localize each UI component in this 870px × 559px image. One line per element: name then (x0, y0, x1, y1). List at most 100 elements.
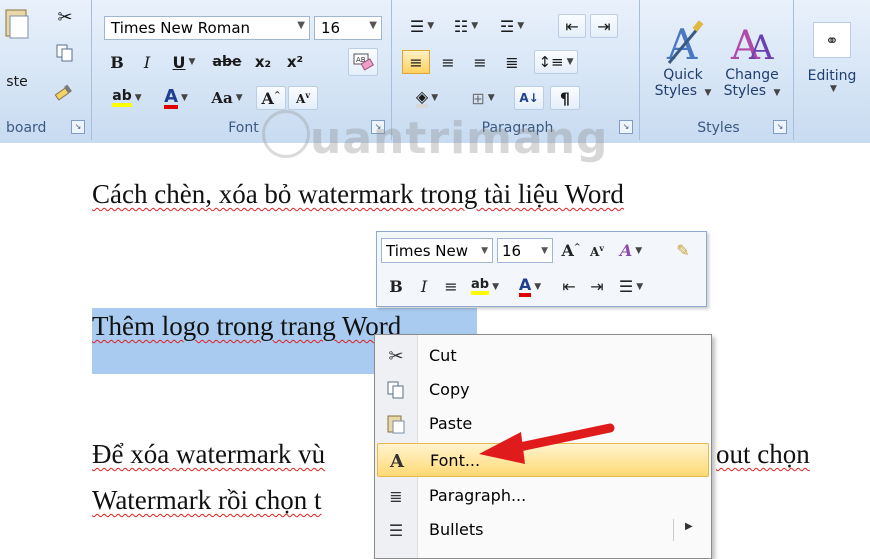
mini-styles-button[interactable]: A ▼ (613, 238, 649, 263)
line-spacing-button[interactable]: ↕≡ ▼ (534, 50, 578, 74)
mini-bold-button[interactable]: B (385, 274, 407, 299)
doc-line-3-start-text: Để xóa watermark vù (92, 439, 326, 469)
quick-styles-button[interactable]: A Quick Styles ▼ (650, 6, 716, 110)
quick-styles-label-1: Quick (663, 67, 703, 83)
decrease-indent-button[interactable]: ⇤ (558, 14, 586, 38)
paste-label: ste (6, 74, 28, 90)
menu-item-bullets[interactable]: ☰ Bullets ▶ (377, 513, 709, 547)
sort-icon: A↓ (519, 91, 539, 105)
doc-line-4-start-text: Watermark rồi chọn t (92, 485, 322, 515)
grow-font-button[interactable]: A^ (256, 86, 286, 110)
justify-icon: ≣ (505, 52, 519, 72)
mini-font-name-combo[interactable]: Times New ▼ (381, 238, 493, 263)
binoculars-icon: ⚭ (813, 22, 851, 58)
highlight-color-button[interactable]: ab ▼ (104, 86, 150, 110)
mini-bold-label: B (389, 277, 403, 296)
highlighter-icon: ab (112, 89, 132, 107)
editing-group: ⚭ Editing ▼ (796, 0, 870, 140)
menu-item-cut[interactable]: ✂ Cut (377, 339, 709, 373)
subscript-button[interactable]: x₂ (248, 50, 278, 74)
mini-grow-font-button[interactable]: A^ (559, 238, 583, 263)
chevron-down-icon: ▼ (830, 84, 837, 94)
editing-button[interactable]: ⚭ Editing ▼ (800, 6, 864, 110)
clear-formatting-button[interactable]: AB (348, 48, 378, 76)
mini-italic-button[interactable]: I (413, 274, 435, 299)
underline-label: U (172, 52, 186, 72)
borders-button[interactable]: ⊞ ▼ (458, 86, 508, 110)
change-case-button[interactable]: Aa ▼ (204, 86, 250, 110)
show-marks-button[interactable]: ¶ (550, 86, 580, 110)
numbering-button[interactable]: ☷ ▼ (446, 14, 486, 38)
change-styles-button[interactable]: A A Change Styles ▼ (718, 6, 786, 110)
font-size-combo[interactable]: 16 ▼ (314, 16, 382, 40)
menu-item-font-label: Font... (430, 451, 481, 470)
mini-format-painter-button[interactable]: ✎ (669, 238, 697, 263)
underline-button[interactable]: U ▼ (164, 50, 204, 74)
red-arrow-annotation (479, 423, 615, 464)
font-color-icon: A (164, 85, 178, 109)
multilevel-list-button[interactable]: ☲ ▼ (490, 14, 534, 38)
clipboard-launcher[interactable]: ↘ (71, 120, 85, 134)
align-right-button[interactable]: ≡ (466, 50, 494, 74)
paragraph-launcher[interactable]: ↘ (619, 120, 633, 134)
decrease-indent-icon: ⇤ (562, 277, 576, 296)
styles-launcher[interactable]: ↘ (773, 120, 787, 134)
chevron-down-icon: ▼ (181, 93, 188, 103)
format-painter-button[interactable] (50, 80, 80, 106)
mini-bullets-button[interactable]: ☰ ▼ (613, 274, 649, 299)
superscript-label: x² (286, 53, 304, 71)
menu-item-copy-label: Copy (429, 380, 470, 399)
font-name-combo[interactable]: Times New Roman ▼ (104, 16, 310, 40)
font-color-button[interactable]: A ▼ (154, 86, 198, 110)
shading-button[interactable]: ◈ ▼ (402, 86, 452, 110)
mini-italic-label: I (420, 277, 428, 296)
quick-styles-icon: A (666, 20, 704, 67)
doc-line-3-end-text: out chọn (716, 439, 810, 469)
chevron-down-icon: ▼ (134, 93, 142, 103)
doc-line-3-end: out chọn (716, 439, 810, 470)
increase-indent-button[interactable]: ⇥ (590, 14, 618, 38)
mini-increase-indent-button[interactable]: ⇥ (585, 274, 609, 299)
superscript-button[interactable]: x² (280, 50, 310, 74)
bullets-button[interactable]: ☰ ▼ (402, 14, 442, 38)
bullets-icon: ☰ (618, 277, 634, 296)
strikethrough-label: abe (212, 54, 242, 70)
mini-font-size-value: 16 (502, 241, 522, 260)
paste-button[interactable]: ste (0, 6, 34, 106)
shrink-font-button[interactable]: Av (288, 86, 318, 110)
submenu-separator (673, 519, 674, 541)
menu-item-copy[interactable]: Copy (377, 373, 709, 407)
copy-button[interactable] (50, 40, 80, 66)
change-case-label: Aa (211, 89, 233, 107)
copy-icon (385, 379, 407, 401)
doc-line-2-text: Thêm logo trong trang Word (92, 311, 402, 341)
watermark-logo-icon (262, 110, 310, 158)
cut-button[interactable]: ✂ (50, 4, 80, 30)
menu-item-paragraph[interactable]: ≣ Paragraph... (377, 479, 709, 513)
mini-font-color-button[interactable]: A ▼ (509, 274, 551, 299)
pilcrow-icon: ¶ (559, 88, 571, 108)
paste-icon (385, 413, 407, 435)
doc-line-1: Cách chèn, xóa bỏ watermark trong tài li… (92, 179, 624, 210)
mini-shrink-font-button[interactable]: Av (585, 238, 609, 263)
bold-button[interactable]: B (104, 50, 130, 74)
align-center-button[interactable]: ≡ (434, 50, 462, 74)
increase-indent-icon: ⇥ (590, 277, 604, 296)
mini-decrease-indent-button[interactable]: ⇤ (557, 274, 581, 299)
bullets-icon: ☰ (409, 16, 425, 36)
italic-button[interactable]: I (134, 50, 160, 74)
mini-highlight-button[interactable]: ab ▼ (465, 274, 505, 299)
menu-item-cut-label: Cut (429, 346, 457, 365)
font-size-value: 16 (321, 19, 341, 37)
doc-line-4-start: Watermark rồi chọn t (92, 485, 322, 516)
change-styles-label-1: Change (725, 67, 779, 83)
strikethrough-button[interactable]: abe (208, 50, 246, 74)
increase-indent-icon: ⇥ (597, 16, 611, 36)
mini-center-button[interactable]: ≡ (439, 274, 463, 299)
justify-button[interactable]: ≣ (498, 50, 526, 74)
align-left-button[interactable]: ≡ (402, 50, 430, 74)
clipboard-group: ste ✂ board ↘ (0, 0, 92, 140)
grow-font-icon: A^ (561, 241, 581, 260)
mini-font-size-combo[interactable]: 16 ▼ (497, 238, 553, 263)
sort-button[interactable]: A↓ (514, 86, 544, 110)
